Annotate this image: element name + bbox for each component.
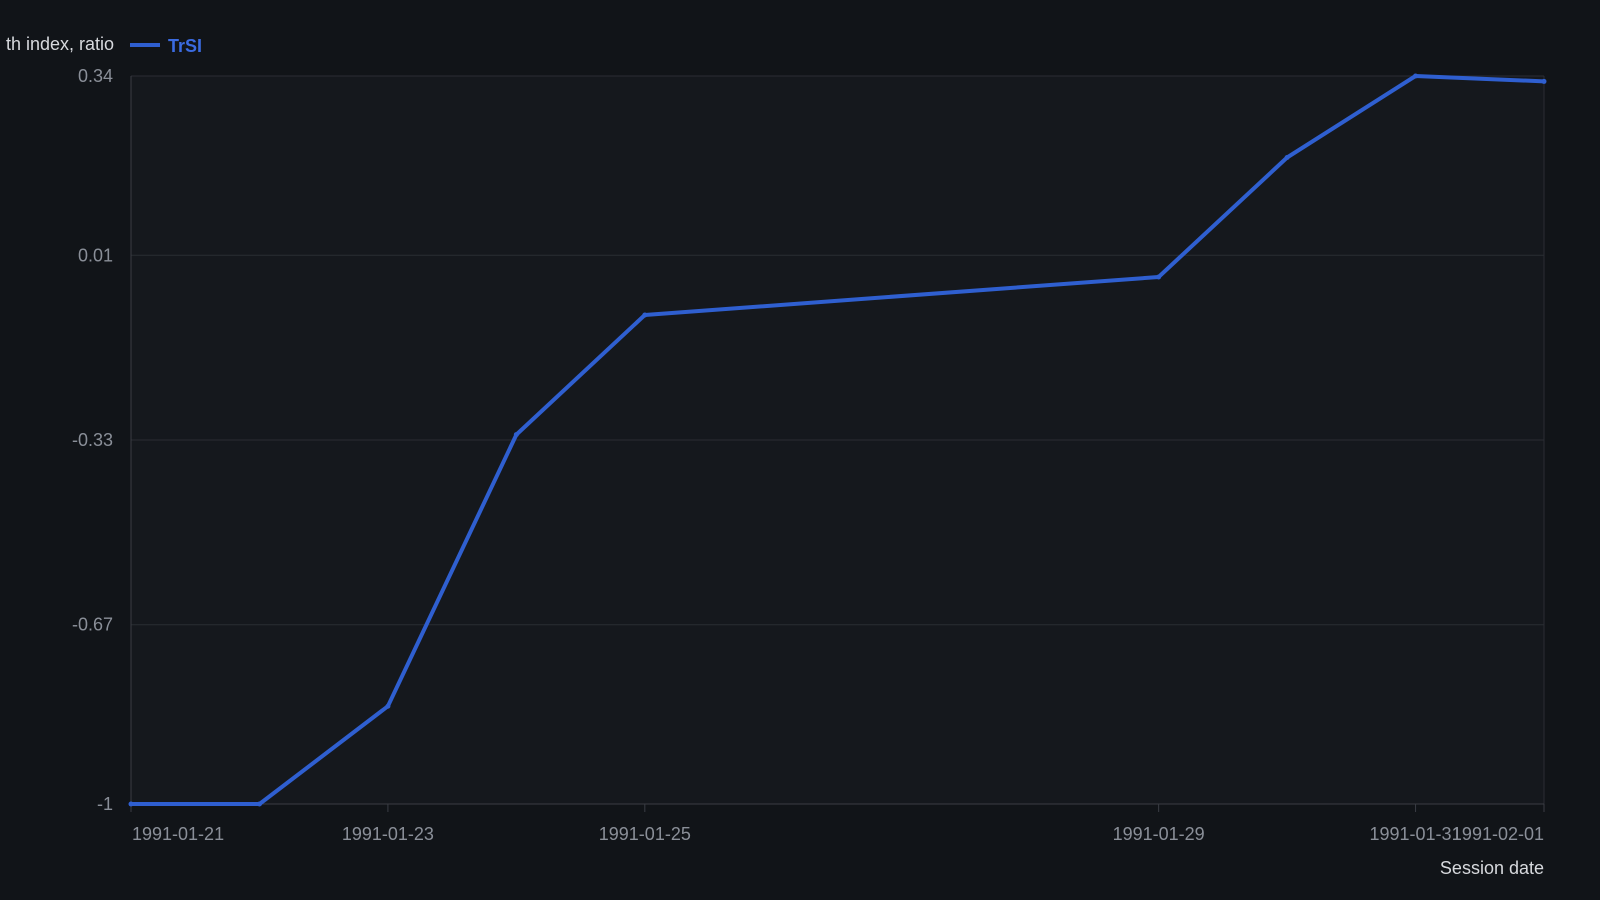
x-axis-title: Session date — [1440, 858, 1544, 878]
data-point[interactable] — [1413, 73, 1419, 79]
data-point[interactable] — [256, 801, 262, 807]
x-tick-label: 1991-02-01 — [1452, 824, 1544, 844]
y-axis-ticks: -1 -0.67 -0.33 0.01 0.34 — [72, 66, 113, 814]
y-axis-title: th index, ratio — [6, 34, 114, 54]
y-tick-label: 0.34 — [78, 66, 113, 86]
y-tick-label: -1 — [97, 794, 113, 814]
data-point[interactable] — [1284, 154, 1290, 160]
x-axis-ticks: 1991-01-21 1991-01-23 1991-01-25 1991-01-29… — [130, 804, 1545, 844]
data-point[interactable] — [1156, 274, 1162, 280]
line-chart: -1-0.67-0.330.010.34 1991-01-21 1991-01-2… — [6, 34, 1547, 878]
legend-label: TrSI — [168, 36, 202, 56]
x-tick-label: 1991-01-21 — [132, 824, 224, 844]
data-point[interactable] — [385, 703, 391, 709]
data-point[interactable] — [513, 432, 519, 438]
y-tick-label: -0.33 — [72, 430, 113, 450]
legend[interactable]: TrSI — [130, 36, 202, 56]
x-tick-label: 1991-01-25 — [599, 824, 691, 844]
chart-container: -1 -0.67 -0.33 0.01 0.34 1991-01-21 1991-01-2… — [0, 0, 1600, 900]
data-point[interactable] — [128, 801, 134, 807]
x-tick-label: 1991-01-23 — [342, 824, 434, 844]
y-tick-label: 0.01 — [78, 245, 113, 265]
x-tick-label: 1991-01-31 — [1370, 824, 1462, 844]
data-point[interactable] — [1541, 78, 1547, 84]
data-point[interactable] — [642, 312, 648, 318]
y-tick-label: -0.67 — [72, 615, 113, 635]
x-tick-label: 1991-01-29 — [1113, 824, 1205, 844]
